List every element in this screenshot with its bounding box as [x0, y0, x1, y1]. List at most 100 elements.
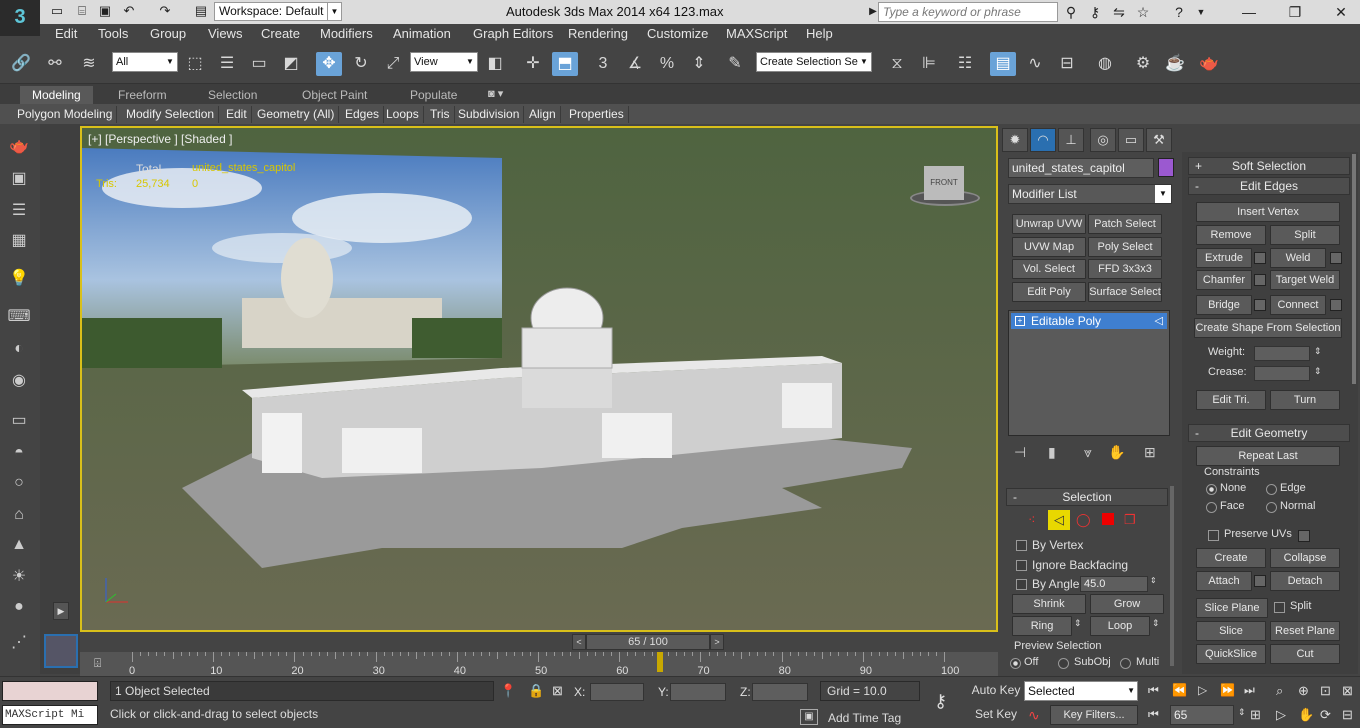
search-input[interactable]: Type a keyword or phrase: [878, 2, 1058, 22]
menu-customize[interactable]: Customize: [647, 26, 708, 41]
bridge-settings-icon[interactable]: [1254, 299, 1266, 311]
sound-icon[interactable]: ◐: [5, 336, 33, 362]
current-frame-field[interactable]: 65: [1170, 705, 1234, 725]
help-dropdown-icon[interactable]: ▼: [1192, 3, 1210, 21]
object-name-field[interactable]: united_states_capitol: [1008, 158, 1154, 178]
angle-snap-icon[interactable]: ∡: [622, 52, 648, 76]
tab-modeling[interactable]: Modeling: [20, 86, 93, 104]
minimize-icon[interactable]: —: [1240, 3, 1258, 21]
mini-curve-editor-icon[interactable]: ⌹: [94, 656, 101, 671]
maxscript-listener-box[interactable]: [2, 681, 98, 701]
zoom-extents-all-icon[interactable]: ⊠: [1342, 683, 1353, 699]
rectangle-selection-icon[interactable]: ▭: [246, 52, 272, 76]
slice-button[interactable]: Slice: [1196, 621, 1266, 641]
preview-multi-radio[interactable]: [1120, 658, 1131, 669]
frame-spinner-icon[interactable]: ⇕: [1238, 707, 1246, 718]
grid-icon[interactable]: ⋰: [5, 630, 33, 656]
polygon-mode-icon[interactable]: [1102, 513, 1114, 525]
menu-views[interactable]: Views: [208, 26, 242, 41]
set-key-icon[interactable]: ∿: [1028, 707, 1040, 724]
attach-settings-icon[interactable]: [1254, 575, 1266, 587]
panel-modify-selection[interactable]: Modify Selection: [122, 106, 220, 123]
preview-off-radio[interactable]: [1010, 658, 1021, 669]
hemisphere-icon[interactable]: ◓: [5, 440, 33, 466]
modifier-list-dropdown[interactable]: Modifier List ▼: [1008, 184, 1172, 204]
poly-select-button[interactable]: Poly Select: [1088, 237, 1162, 257]
next-frame-icon[interactable]: >: [710, 634, 724, 650]
repeat-last-button[interactable]: Repeat Last: [1196, 446, 1340, 466]
ring-button[interactable]: Ring: [1012, 616, 1072, 636]
soft-selection-rollout-header[interactable]: + Soft Selection: [1188, 157, 1350, 175]
angle-value-field[interactable]: 45.0: [1080, 576, 1148, 592]
crease-field[interactable]: [1254, 366, 1310, 381]
tab-object-paint[interactable]: Object Paint: [290, 86, 379, 104]
zoom-all-icon[interactable]: ⊕: [1298, 683, 1309, 699]
panel-tris[interactable]: Tris: [426, 106, 455, 123]
close-icon[interactable]: ✕: [1332, 3, 1350, 21]
light-bulb-icon[interactable]: 💡: [5, 266, 33, 292]
pin-stack-icon[interactable]: ⊣: [1014, 444, 1026, 461]
key-icon[interactable]: ⚷: [1086, 3, 1104, 21]
surface-select-button[interactable]: Surface Select: [1088, 282, 1162, 302]
layer-manager-icon[interactable]: ☷: [952, 52, 978, 76]
viewport-label[interactable]: [+] [Perspective ] [Shaded ]: [88, 132, 232, 146]
cone-icon[interactable]: ▲: [5, 532, 33, 558]
maximize-icon[interactable]: ❐: [1286, 3, 1304, 21]
target-weld-button[interactable]: Target Weld: [1270, 270, 1340, 290]
connect-button[interactable]: Connect: [1270, 295, 1326, 315]
link-icon[interactable]: 🔗: [8, 52, 34, 76]
film-camera-icon[interactable]: ◉: [5, 368, 33, 394]
circle-icon[interactable]: ○: [5, 470, 33, 496]
teapot-icon[interactable]: 🫖: [5, 134, 33, 160]
x-coordinate-field[interactable]: [590, 683, 644, 701]
save-icon[interactable]: ▣: [96, 3, 114, 19]
turn-button[interactable]: Turn: [1270, 390, 1340, 410]
panel-polygon-modeling[interactable]: Polygon Modeling: [13, 106, 118, 123]
key-mode-icon[interactable]: ⚷: [934, 691, 947, 712]
curve-editor-icon[interactable]: ∿: [1022, 52, 1048, 76]
menu-rendering[interactable]: Rendering: [568, 26, 628, 41]
absolute-mode-icon[interactable]: ⊠: [552, 683, 563, 699]
move-icon[interactable]: ✥: [316, 52, 342, 76]
vertex-mode-icon[interactable]: ⁖: [1028, 512, 1036, 528]
favorites-star-icon[interactable]: ☆: [1134, 3, 1152, 21]
camera-icon[interactable]: ⌨: [5, 304, 33, 330]
edge-mode-icon[interactable]: ◁: [1155, 313, 1163, 329]
cut-button[interactable]: Cut: [1270, 644, 1340, 664]
object-color-swatch[interactable]: [1158, 158, 1174, 177]
window-crossing-icon[interactable]: ◩: [278, 52, 304, 76]
by-angle-checkbox[interactable]: [1016, 579, 1027, 590]
motion-tab-icon[interactable]: ◎: [1090, 128, 1116, 152]
add-time-tag-icon[interactable]: ▣: [800, 709, 818, 725]
redo-icon[interactable]: ↷: [156, 3, 174, 19]
key-mode-toggle-icon[interactable]: ⏮: [1148, 707, 1159, 722]
edit-edges-rollout-header[interactable]: - Edit Edges: [1188, 177, 1350, 195]
time-config-icon[interactable]: ⊞: [1250, 707, 1261, 723]
edit-tri-button[interactable]: Edit Tri.: [1196, 390, 1266, 410]
next-key-icon[interactable]: ⏩: [1220, 683, 1235, 697]
mirror-icon[interactable]: ⧖: [884, 52, 910, 76]
utilities-tab-icon[interactable]: ⚒: [1146, 128, 1172, 152]
menu-edit[interactable]: Edit: [55, 26, 77, 41]
orbit-icon[interactable]: ⟳: [1320, 707, 1331, 723]
graphite-ribbon-icon[interactable]: ▤: [990, 52, 1016, 76]
preview-subobj-radio[interactable]: [1058, 658, 1069, 669]
patch-select-button[interactable]: Patch Select: [1088, 214, 1162, 234]
zoom-extents-icon[interactable]: ⊡: [1320, 683, 1331, 699]
slice-plane-button[interactable]: Slice Plane: [1196, 598, 1268, 618]
loop-spinner-icon[interactable]: ⇕: [1152, 618, 1160, 629]
modify-tab-icon[interactable]: ◠: [1030, 128, 1056, 152]
app-logo-icon[interactable]: 3: [0, 0, 40, 36]
maximize-viewport-icon[interactable]: ⊟: [1342, 707, 1353, 723]
workspace-dropdown[interactable]: Workspace: Default ▼: [214, 2, 342, 21]
help-icon[interactable]: ?: [1170, 3, 1188, 21]
bind-space-warp-icon[interactable]: ≋: [76, 52, 102, 76]
pivot-center-icon[interactable]: ◧: [482, 52, 508, 76]
rotate-icon[interactable]: ↻: [348, 52, 374, 76]
constraint-none-radio[interactable]: [1206, 484, 1217, 495]
edit-named-selection-icon[interactable]: ✎: [722, 52, 748, 76]
unlink-icon[interactable]: ⚯: [42, 52, 68, 76]
key-mode-dropdown[interactable]: Selected ▼: [1024, 681, 1138, 701]
collapse-button[interactable]: Collapse: [1270, 548, 1340, 568]
constraint-edge-radio[interactable]: [1266, 484, 1277, 495]
